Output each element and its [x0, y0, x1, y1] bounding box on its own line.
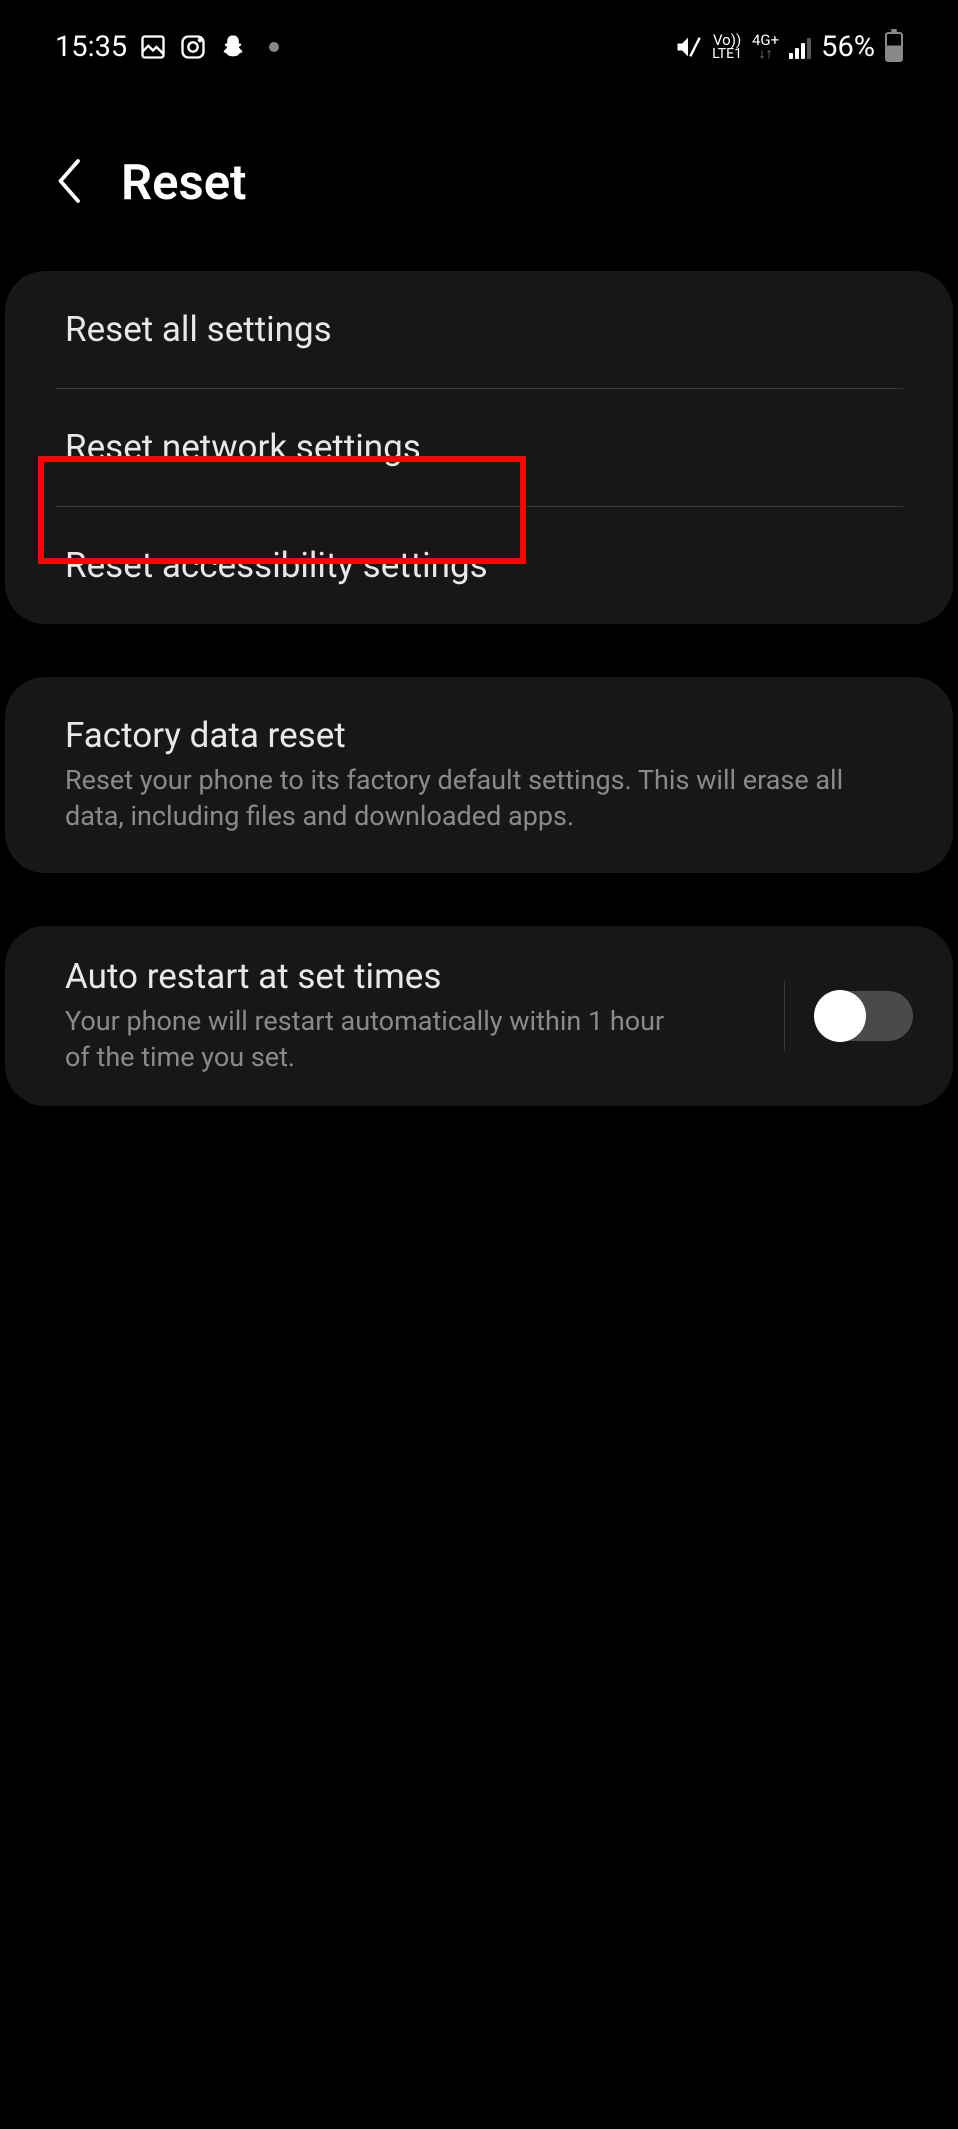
vertical-divider — [784, 981, 785, 1051]
notification-dot-icon — [269, 42, 279, 52]
toggle-text: Auto restart at set times Your phone wil… — [65, 956, 764, 1076]
signal-icon — [789, 35, 811, 59]
auto-restart-item[interactable]: Auto restart at set times Your phone wil… — [5, 926, 953, 1106]
list-item-label: Reset all settings — [65, 309, 893, 350]
mute-icon — [674, 33, 702, 61]
instagram-icon — [179, 33, 207, 61]
network-indicator: 4G+ ↓↑ — [752, 33, 779, 61]
status-right: Vo)) LTE1 4G+ ↓↑ 56% — [674, 30, 903, 64]
volte-indicator: Vo)) LTE1 — [712, 33, 742, 61]
list-item-subtitle: Reset your phone to its factory default … — [65, 762, 855, 835]
list-item-label: Reset network settings — [65, 427, 893, 468]
toggle-knob — [814, 990, 866, 1042]
back-button[interactable] — [50, 156, 86, 210]
reset-network-settings-item[interactable]: Reset network settings — [5, 389, 953, 506]
auto-restart-group: Auto restart at set times Your phone wil… — [5, 926, 953, 1106]
factory-data-reset-item[interactable]: Factory data reset Reset your phone to i… — [5, 677, 953, 873]
chevron-left-icon — [50, 156, 86, 206]
gallery-icon — [139, 33, 167, 61]
clock-text: 15:35 — [55, 30, 127, 64]
status-bar: 15:35 Vo)) LTE1 4G+ ↓↑ 56% — [0, 0, 958, 64]
list-item-subtitle: Your phone will restart automatically wi… — [65, 1003, 685, 1076]
auto-restart-toggle[interactable] — [815, 991, 913, 1041]
status-left: 15:35 — [55, 30, 279, 64]
snapchat-icon — [219, 33, 247, 61]
battery-percent-text: 56% — [821, 30, 875, 64]
reset-all-settings-item[interactable]: Reset all settings — [5, 271, 953, 388]
reset-options-group: Reset all settings Reset network setting… — [5, 271, 953, 624]
factory-reset-group: Factory data reset Reset your phone to i… — [5, 677, 953, 873]
list-item-label: Auto restart at set times — [65, 956, 764, 997]
list-item-label: Reset accessibility settings — [65, 545, 893, 586]
header: Reset — [0, 64, 958, 271]
battery-icon — [885, 32, 903, 62]
page-title: Reset — [121, 154, 247, 211]
reset-accessibility-settings-item[interactable]: Reset accessibility settings — [5, 507, 953, 624]
list-item-label: Factory data reset — [65, 715, 893, 756]
